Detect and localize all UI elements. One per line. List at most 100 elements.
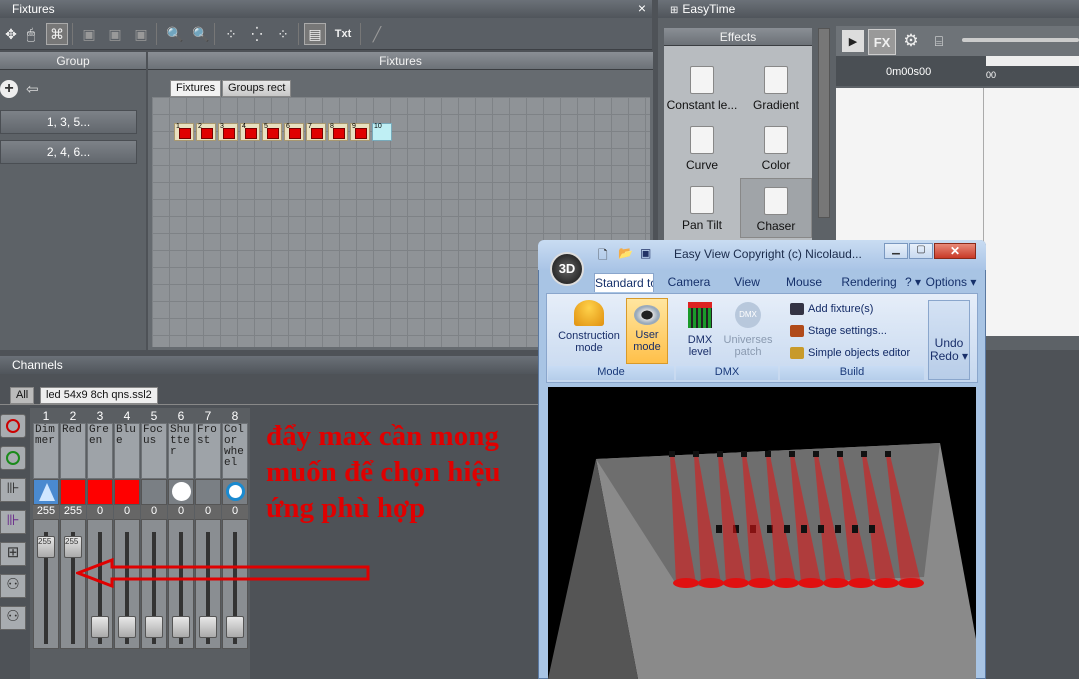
- close-icon[interactable]: ×: [638, 0, 646, 16]
- play-icon[interactable]: ▶: [842, 30, 864, 52]
- zoom-in-icon[interactable]: 🔍: [164, 23, 186, 45]
- construction-mode-button[interactable]: Construction mode: [554, 298, 624, 354]
- user-mode-button[interactable]: User mode: [626, 298, 668, 364]
- list-view-icon[interactable]: ▤: [304, 23, 326, 45]
- app-logo[interactable]: 3D: [550, 252, 584, 286]
- effect-gradient-button[interactable]: Gradient: [740, 58, 812, 118]
- channel-strip: 5 Focus 0: [141, 409, 167, 649]
- add-fixture-item[interactable]: Add fixture(s): [790, 300, 873, 318]
- channel-swatch[interactable]: [141, 479, 167, 505]
- dots-medium-icon[interactable]: ⁛: [246, 23, 268, 45]
- effects-scrollbar[interactable]: [818, 28, 830, 218]
- group-item-odd[interactable]: 1, 3, 5...: [0, 110, 137, 134]
- fixture-tile[interactable]: 10: [372, 123, 392, 141]
- fx-icon[interactable]: FX: [868, 29, 896, 55]
- ctrl-click-icon[interactable]: ⌘: [46, 23, 68, 45]
- channel-swatch[interactable]: [60, 479, 86, 505]
- gear-icon[interactable]: ⚙: [900, 30, 922, 52]
- channel-value: 0: [222, 505, 248, 519]
- tab-all[interactable]: All: [10, 387, 35, 404]
- minimize-button[interactable]: ▁: [884, 243, 908, 259]
- remove-fixture-icon[interactable]: ▣: [130, 23, 152, 45]
- ribbon-tab-options[interactable]: Options ▾: [924, 273, 978, 292]
- ribbon-tab-camera[interactable]: Camera: [658, 273, 720, 292]
- reset-icon[interactable]: [0, 414, 26, 438]
- fixture-tile[interactable]: 2: [196, 123, 216, 141]
- ribbon-tab-rendering[interactable]: Rendering: [838, 273, 900, 292]
- channel-swatch[interactable]: [114, 479, 140, 505]
- zoom-out-icon[interactable]: 🔍: [190, 23, 212, 45]
- fader-knob[interactable]: 255: [37, 536, 55, 558]
- fixture-tile[interactable]: 7: [306, 123, 326, 141]
- tab-device-profile[interactable]: led 54x9 8ch qns.ssl2: [40, 387, 158, 404]
- ribbon-tab-mouse[interactable]: Mouse: [772, 273, 836, 292]
- fader-knob[interactable]: [118, 616, 136, 638]
- mixer-icon[interactable]: ⊪: [0, 478, 26, 502]
- tab-groups-rect[interactable]: Groups rect: [222, 80, 292, 97]
- effect-pan-tilt-button[interactable]: Pan Tilt: [666, 178, 738, 238]
- window-menu-icon[interactable]: ⊞: [670, 5, 678, 16]
- fader-knob[interactable]: [226, 616, 244, 638]
- dmx-level-button[interactable]: DMX level: [680, 302, 720, 358]
- sequence-icon[interactable]: ⊞: [0, 542, 26, 566]
- fixture-tile[interactable]: 5: [262, 123, 282, 141]
- import-icon[interactable]: ⇦: [26, 80, 44, 98]
- effect-curve-button[interactable]: Curve: [666, 118, 738, 178]
- ruler-track[interactable]: [986, 56, 1079, 66]
- effect-color-button[interactable]: Color: [740, 118, 812, 178]
- color-icon: [764, 126, 788, 154]
- fixture-color-swatch: [355, 128, 367, 139]
- line-tool-icon[interactable]: ╱: [366, 23, 388, 45]
- color-mixer-icon[interactable]: ⊪: [0, 510, 26, 534]
- add-fixture-icon[interactable]: ▣: [78, 23, 100, 45]
- palette-icon[interactable]: ⚇: [0, 606, 26, 630]
- group-icon[interactable]: ⚇: [0, 574, 26, 598]
- new-file-icon[interactable]: 🗋: [598, 246, 608, 267]
- channel-swatch[interactable]: [33, 479, 59, 505]
- text-toggle-button[interactable]: Txt: [330, 23, 356, 45]
- fixture-tile[interactable]: 8: [328, 123, 348, 141]
- channel-number: 4: [123, 409, 131, 423]
- group-item-even[interactable]: 2, 4, 6...: [0, 140, 137, 164]
- ribbon-tab-help[interactable]: ? ▾: [904, 273, 922, 292]
- fader-knob[interactable]: 255: [64, 536, 82, 558]
- add-group-icon[interactable]: ▣: [104, 23, 126, 45]
- dots-small-icon[interactable]: ⁘: [220, 23, 242, 45]
- close-button[interactable]: ✕: [934, 243, 976, 259]
- fixture-color-swatch: [245, 128, 257, 139]
- fader-knob[interactable]: [91, 616, 109, 638]
- channel-swatch[interactable]: [195, 479, 221, 505]
- fixture-tile[interactable]: 3: [218, 123, 238, 141]
- channel-swatch[interactable]: [168, 479, 194, 505]
- fader-knob[interactable]: [172, 616, 190, 638]
- effect-constant-level-button[interactable]: Constant le...: [666, 58, 738, 118]
- maximize-button[interactable]: ▢: [909, 243, 933, 259]
- ribbon-tab-standard-tools[interactable]: Standard to: [594, 273, 654, 292]
- channel-swatch[interactable]: [87, 479, 113, 505]
- ribbon-tab-view[interactable]: View: [722, 273, 772, 292]
- open-folder-icon[interactable]: 📂: [618, 246, 633, 260]
- dmx-device-icon[interactable]: ⌸: [928, 30, 950, 52]
- undo-redo-button[interactable]: Undo Redo ▾: [928, 300, 970, 380]
- power-icon[interactable]: [0, 446, 26, 470]
- mouse-icon[interactable]: 🖱: [20, 23, 42, 45]
- fixture-tile[interactable]: 9: [350, 123, 370, 141]
- fixture-tile[interactable]: 6: [284, 123, 304, 141]
- stage-settings-item[interactable]: Stage settings...: [790, 322, 887, 340]
- fader-knob[interactable]: [145, 616, 163, 638]
- simple-objects-editor-item[interactable]: Simple objects editor: [790, 344, 910, 362]
- fader-knob[interactable]: [199, 616, 217, 638]
- channel-fader[interactable]: 255: [33, 519, 59, 649]
- save-icon[interactable]: ▣: [640, 246, 651, 260]
- add-group-icon[interactable]: +: [0, 80, 18, 98]
- channel-swatch[interactable]: [222, 479, 248, 505]
- effect-chaser-button[interactable]: Chaser: [740, 178, 812, 238]
- dots-large-icon[interactable]: ⁘: [272, 23, 294, 45]
- channel-value: 255: [33, 505, 59, 519]
- timeline-zoom-slider[interactable]: [962, 38, 1079, 42]
- tab-fixtures[interactable]: Fixtures: [170, 80, 222, 97]
- move-icon[interactable]: ✥: [0, 23, 22, 45]
- fixture-tile[interactable]: 1: [174, 123, 194, 141]
- fixture-tile[interactable]: 4: [240, 123, 260, 141]
- universes-patch-button[interactable]: DMX Universes patch: [720, 302, 776, 358]
